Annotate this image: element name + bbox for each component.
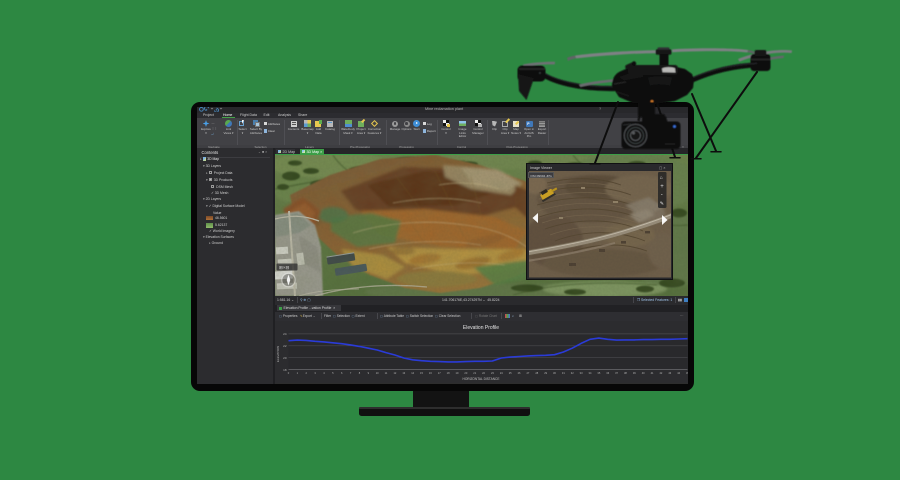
svg-text:8: 8	[359, 371, 361, 375]
svg-text:1: 1	[297, 371, 299, 375]
svg-text:2: 2	[306, 371, 308, 375]
svg-text:33: 33	[580, 371, 583, 375]
svg-text:38: 38	[624, 371, 627, 375]
svg-text:26: 26	[518, 371, 521, 375]
svg-text:22: 22	[482, 371, 485, 375]
svg-text:⊞×⊟: ⊞×⊟	[279, 264, 290, 269]
svg-text:11: 11	[385, 371, 388, 375]
svg-text:41: 41	[651, 371, 654, 375]
svg-text:37: 37	[615, 371, 618, 375]
svg-text:29: 29	[544, 371, 547, 375]
svg-text:9: 9	[368, 371, 370, 375]
svg-text:44: 44	[677, 371, 680, 375]
svg-text:19: 19	[456, 371, 459, 375]
svg-text:39: 39	[633, 371, 636, 375]
svg-text:42: 42	[659, 371, 662, 375]
svg-text:13: 13	[402, 371, 405, 375]
svg-text:3: 3	[314, 371, 316, 375]
svg-text:7: 7	[350, 371, 352, 375]
svg-text:36: 36	[606, 371, 609, 375]
svg-text:24: 24	[283, 332, 287, 336]
svg-text:28: 28	[535, 371, 538, 375]
svg-text:24: 24	[500, 371, 503, 375]
svg-text:16: 16	[429, 371, 432, 375]
svg-text:4: 4	[323, 371, 325, 375]
svg-text:20: 20	[464, 371, 467, 375]
svg-text:17: 17	[438, 371, 441, 375]
svg-text:✎: ✎	[659, 201, 663, 207]
svg-text:15: 15	[420, 371, 423, 375]
svg-text:14: 14	[411, 371, 414, 375]
svg-text:43: 43	[668, 371, 671, 375]
svg-text:ELEVATION: ELEVATION	[276, 345, 280, 361]
svg-text:Elevation Profile: Elevation Profile	[463, 325, 499, 331]
svg-text:35: 35	[597, 371, 600, 375]
svg-text:HORIZONTAL DISTANCE: HORIZONTAL DISTANCE	[463, 377, 500, 381]
svg-text:5: 5	[332, 371, 334, 375]
svg-text:27: 27	[526, 371, 529, 375]
svg-text:34: 34	[589, 371, 592, 375]
svg-text:-: -	[660, 192, 662, 198]
svg-text:20: 20	[283, 355, 287, 359]
svg-text:32: 32	[571, 371, 574, 375]
svg-text:31: 31	[562, 371, 565, 375]
svg-text:12: 12	[393, 371, 396, 375]
svg-text:23: 23	[491, 371, 494, 375]
svg-text:21: 21	[473, 371, 476, 375]
svg-text:30: 30	[553, 371, 556, 375]
svg-text:+: +	[660, 184, 664, 190]
svg-text:22: 22	[283, 344, 287, 348]
svg-text:0: 0	[288, 371, 290, 375]
svg-text:18: 18	[283, 367, 287, 371]
svg-text:25: 25	[509, 371, 512, 375]
svg-text:10: 10	[376, 371, 379, 375]
svg-text:18: 18	[447, 371, 450, 375]
svg-text:45: 45	[686, 371, 688, 375]
svg-text:6: 6	[341, 371, 343, 375]
svg-text:40: 40	[642, 371, 645, 375]
